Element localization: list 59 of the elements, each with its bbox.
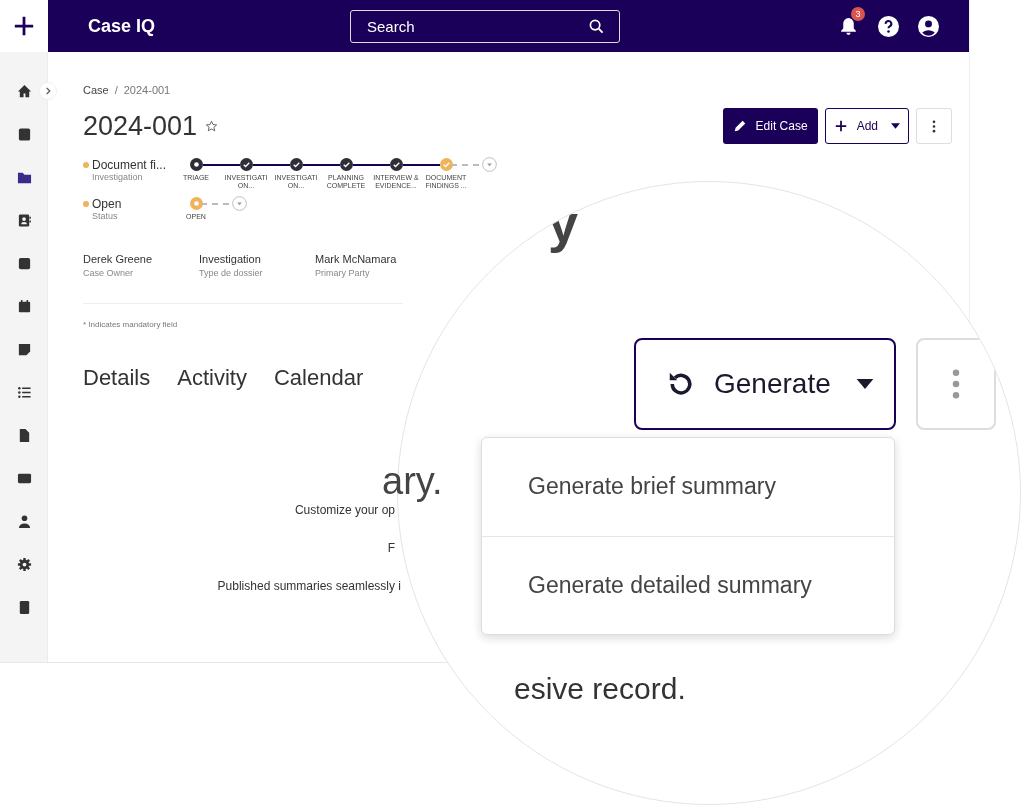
tab[interactable]: Activity (177, 365, 247, 392)
field-value: Mark McNamara (315, 253, 398, 266)
field-label: Type de dossier (199, 268, 264, 279)
summary-text: F (387, 542, 395, 555)
search-icon[interactable] (589, 18, 604, 34)
star-icon[interactable] (205, 119, 219, 133)
add-button[interactable]: Add (824, 108, 909, 144)
logo: Case IQ (88, 15, 157, 37)
field-label: Case Owner (83, 268, 135, 279)
field-value: Derek Greene (83, 253, 154, 266)
generate-button[interactable]: Generate (634, 338, 896, 430)
stage-marker-icon[interactable] (339, 158, 353, 171)
caret-icon (856, 379, 874, 389)
plus-icon (833, 119, 848, 133)
magnified-text: esive record. (514, 672, 686, 706)
stage-marker-icon[interactable] (389, 158, 403, 171)
edit-case-button[interactable]: Edit Case (722, 108, 818, 144)
summary-text: Customize your op (294, 504, 395, 517)
notification-badge: 3 (851, 6, 865, 21)
stage-marker-icon[interactable] (289, 158, 303, 171)
caret-icon (891, 123, 900, 129)
menu-item[interactable]: Generate brief summary (482, 438, 894, 536)
list-icon[interactable] (16, 385, 32, 400)
person-icon[interactable] (16, 514, 32, 529)
workflow-value: Open (92, 197, 122, 212)
workflow-label: Investigation (92, 172, 144, 182)
expand-sidebar-icon[interactable] (39, 82, 57, 100)
field-label: Primary Party (315, 268, 371, 279)
case-title: 2024-001 (83, 110, 198, 142)
pencil-icon (732, 119, 747, 133)
breadcrumb-link[interactable]: Case (83, 84, 109, 96)
workflow-value: Document fi... (92, 158, 167, 172)
field-value: Investigation (199, 253, 262, 266)
stage-marker-icon[interactable] (439, 158, 453, 171)
breadcrumb-current: 2024-001 (123, 84, 171, 96)
help-icon[interactable] (878, 15, 899, 37)
workflow-label: Status (92, 211, 119, 222)
note-icon[interactable] (16, 342, 32, 357)
settings-icon[interactable] (16, 557, 32, 572)
magnified-text: ary. (382, 462, 443, 500)
search-field[interactable]: Search (350, 9, 620, 43)
bell-icon[interactable] (838, 15, 859, 37)
user-icon[interactable] (918, 15, 939, 37)
stage-marker-icon[interactable] (239, 158, 253, 171)
stage-marker-icon[interactable] (189, 158, 203, 171)
mandatory-note: * Indicates mandatory field (83, 320, 179, 330)
menu-item[interactable]: Generate detailed summary (482, 535, 894, 634)
kebab-icon (932, 119, 936, 133)
folder-icon[interactable] (16, 170, 32, 185)
tab[interactable]: Details (83, 365, 151, 392)
summary-text: Published summaries seamlessly i (217, 580, 401, 593)
home-icon[interactable] (16, 84, 32, 99)
kebab-icon (952, 369, 960, 399)
stage-marker-icon[interactable] (189, 197, 203, 211)
contact-icon[interactable] (16, 213, 32, 228)
tab[interactable]: Calendar (273, 365, 364, 392)
breadcrumb-separator: / (114, 84, 118, 96)
calendar-icon[interactable] (16, 299, 32, 314)
plus-icon[interactable] (13, 15, 35, 37)
